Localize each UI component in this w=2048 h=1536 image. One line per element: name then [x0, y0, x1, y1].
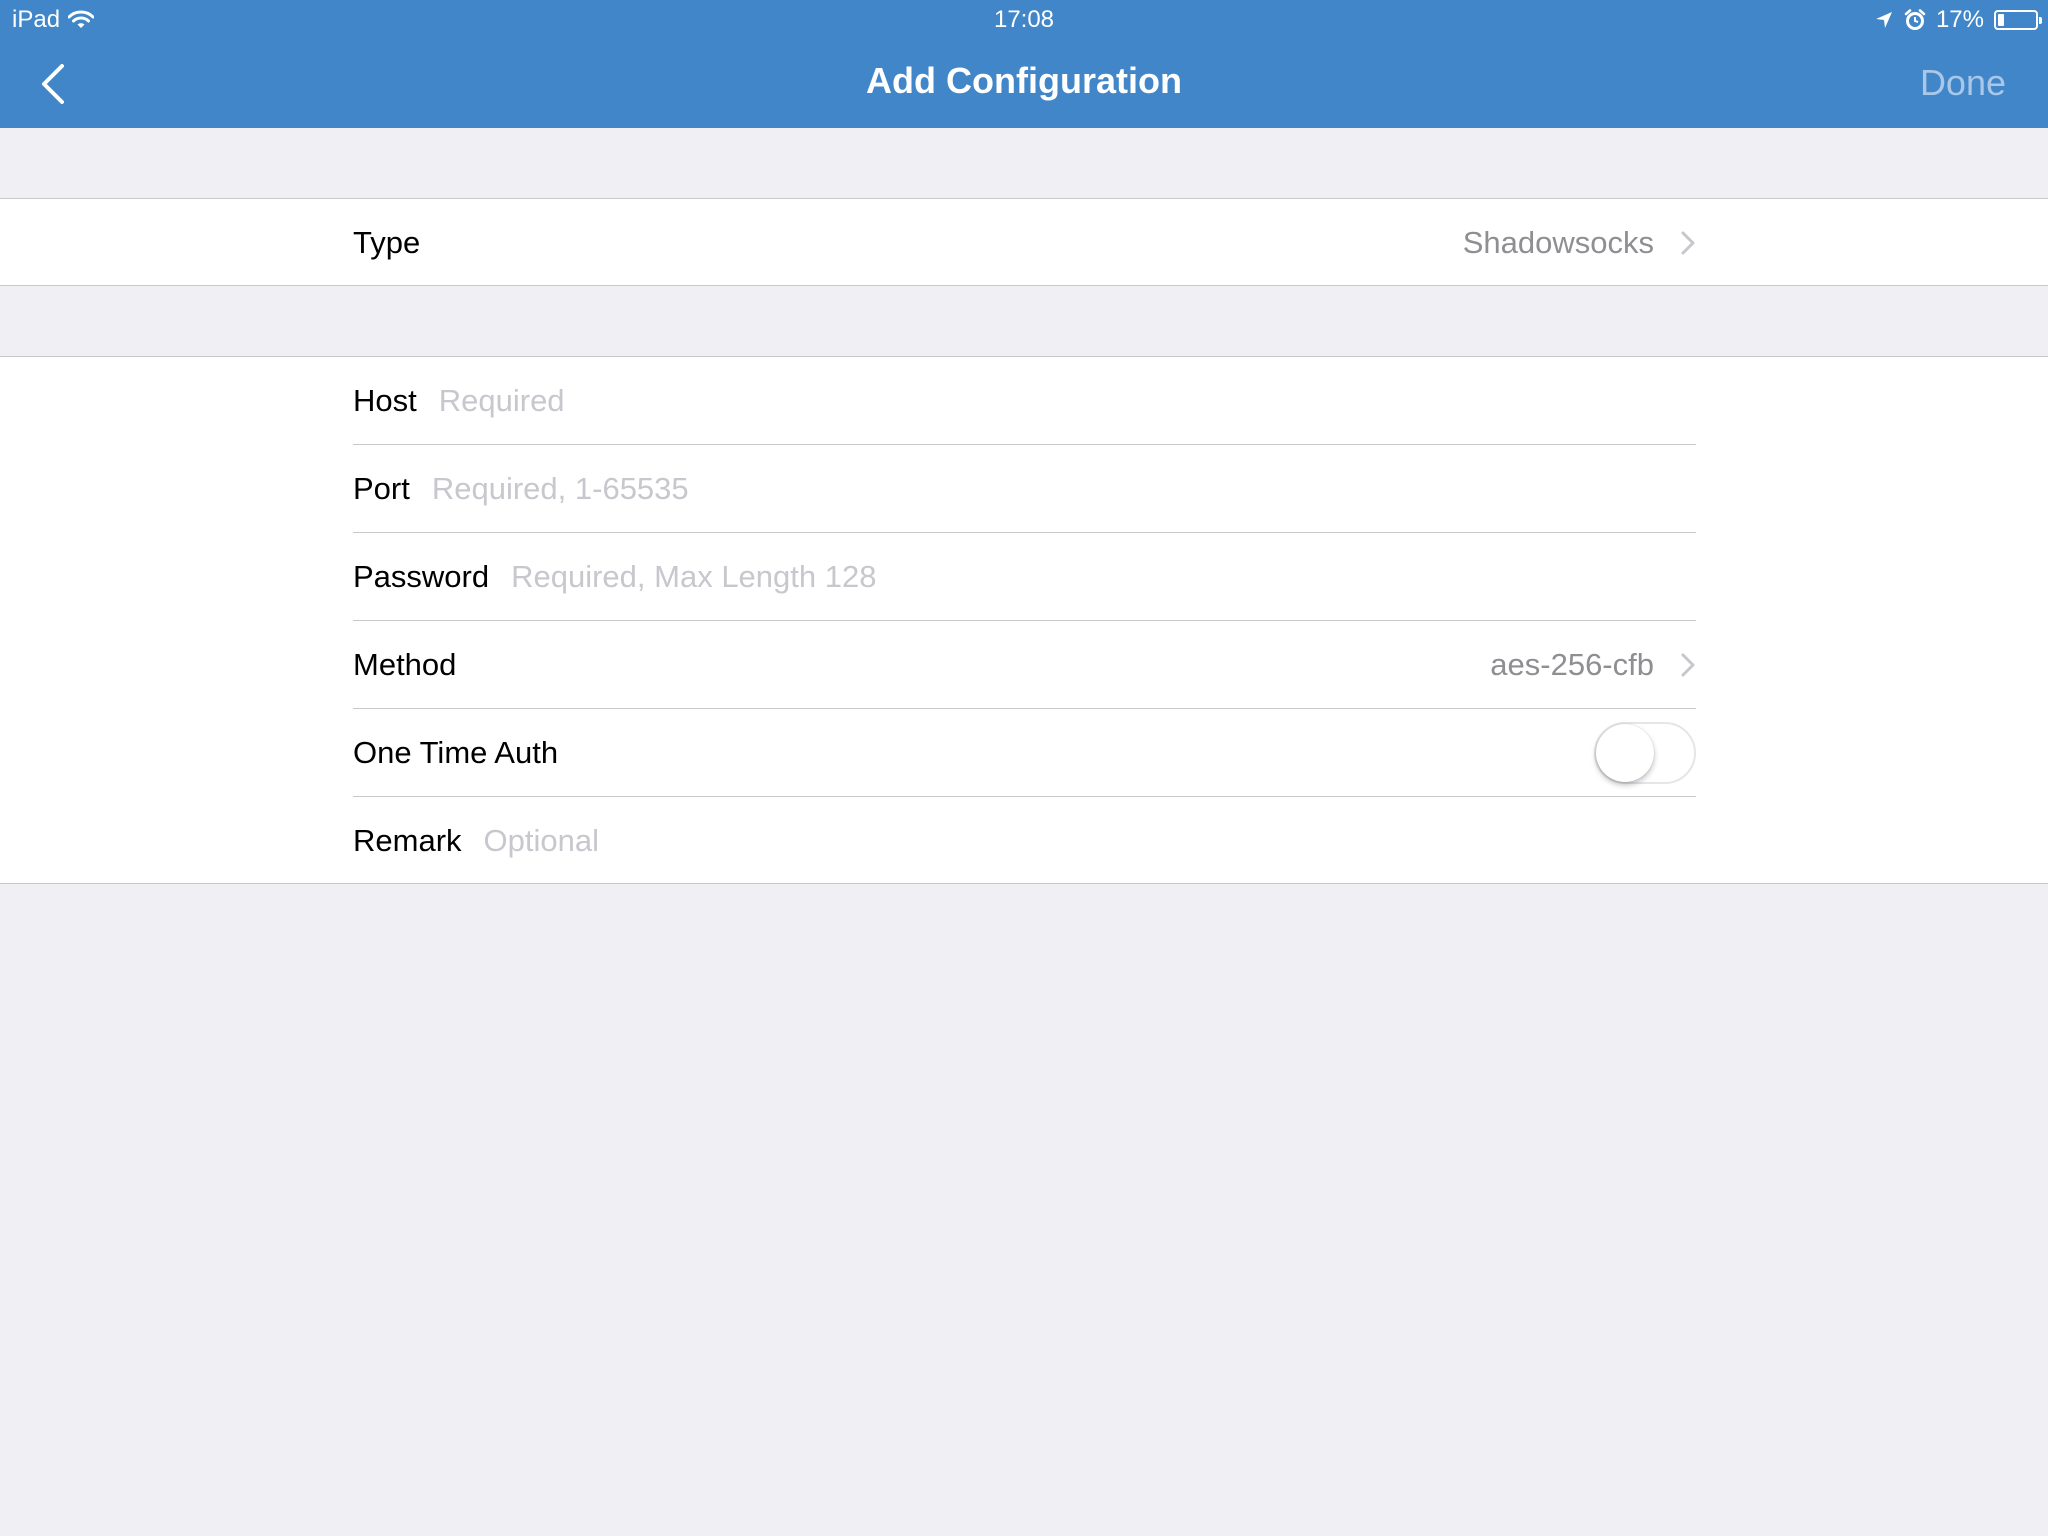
method-label: Method: [353, 646, 457, 682]
toggle-knob: [1596, 723, 1654, 782]
password-row: Password: [353, 533, 1696, 621]
host-row: Host: [353, 357, 1696, 445]
chevron-right-icon: [1681, 653, 1695, 676]
host-label: Host: [353, 382, 417, 418]
server-settings-section: Host Port Password Method aes-256-cfb On…: [0, 356, 2048, 884]
type-row[interactable]: Type Shadowsocks: [353, 199, 1696, 287]
header: iPad 17:08 17% Add Configuration Done: [0, 0, 2048, 128]
battery-percentage: 17%: [1935, 6, 1984, 33]
type-value: Shadowsocks: [1462, 225, 1654, 260]
password-input[interactable]: [511, 558, 1696, 595]
type-section: Type Shadowsocks: [0, 198, 2048, 286]
port-label: Port: [353, 470, 410, 506]
page-title: Add Configuration: [866, 60, 1182, 101]
method-row[interactable]: Method aes-256-cfb: [353, 621, 1696, 709]
one-time-auth-toggle[interactable]: [1594, 721, 1696, 784]
one-time-auth-row: One Time Auth: [353, 709, 1696, 797]
status-right: 17%: [1874, 6, 2042, 34]
one-time-auth-label: One Time Auth: [353, 734, 559, 770]
battery-level: [1998, 14, 2004, 26]
navigation-bar: Add Configuration Done: [0, 40, 2048, 128]
port-row: Port: [353, 445, 1696, 533]
remark-input[interactable]: [483, 823, 1696, 859]
remark-label: Remark: [353, 823, 462, 858]
battery-icon: [1994, 10, 2042, 30]
type-label: Type: [353, 225, 421, 260]
chevron-right-icon: [1681, 231, 1695, 255]
done-button[interactable]: Done: [1920, 62, 2006, 104]
location-arrow-icon: [1875, 12, 1892, 28]
status-bar: iPad 17:08 17%: [0, 0, 2048, 40]
port-input[interactable]: [431, 470, 1696, 507]
password-label: Password: [353, 558, 490, 594]
alarm-icon: [1904, 9, 1926, 30]
method-value: aes-256-cfb: [1490, 646, 1654, 682]
remark-row: Remark: [353, 797, 1696, 885]
host-input[interactable]: [438, 382, 1696, 419]
status-time: 17:08: [993, 6, 1055, 33]
